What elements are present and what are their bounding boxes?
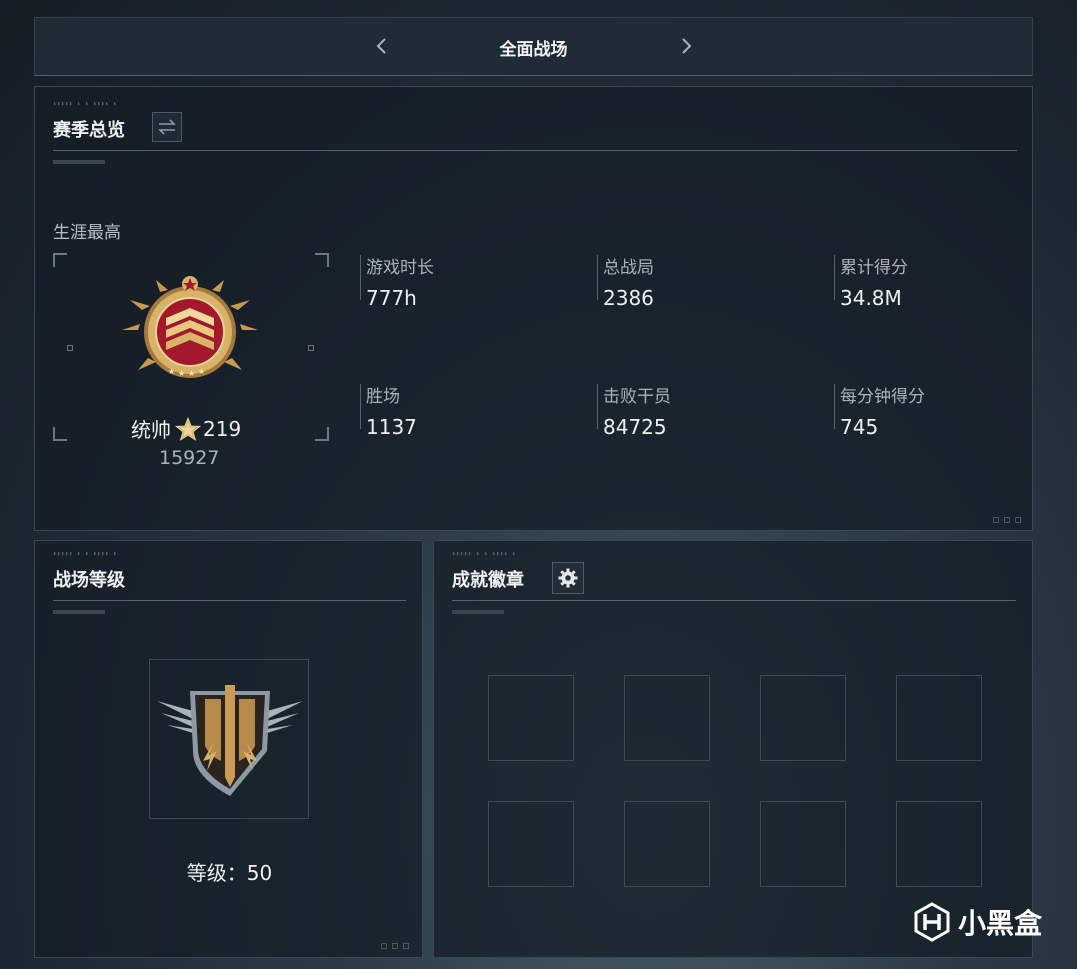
badge-slot[interactable]	[488, 801, 574, 887]
swap-arrows-icon	[158, 119, 176, 135]
badge-slot[interactable]	[488, 675, 574, 761]
stat-value-eliminations: 84725	[603, 415, 667, 439]
stat-divider	[834, 255, 835, 300]
badge-slot[interactable]	[760, 801, 846, 887]
achievement-badges-panel: ▮▮▮▮▮ ▮ ▮ ▮▮▮▮ ▮ 成就徽章	[433, 540, 1033, 958]
switch-season-button[interactable]	[152, 112, 182, 142]
frame-corner	[315, 253, 329, 267]
stat-value-playtime: 777h	[366, 286, 417, 310]
frame-corner	[53, 427, 67, 441]
gear-icon	[558, 568, 578, 588]
svg-text:★: ★	[188, 369, 195, 378]
career-best-label: 生涯最高	[53, 223, 121, 243]
title-dash	[452, 610, 504, 614]
watermark-text: 小黑盒	[958, 907, 1043, 940]
badge-slot[interactable]	[624, 801, 710, 887]
stat-value-total-matches: 2386	[603, 286, 654, 310]
svg-text:★: ★	[168, 367, 175, 376]
stat-label-playtime: 游戏时长	[366, 258, 434, 278]
stat-label-eliminations: 击败干员	[603, 387, 671, 407]
title-dash	[53, 610, 105, 614]
frame-tick	[67, 345, 73, 351]
stat-divider	[597, 255, 598, 300]
badge-settings-button[interactable]	[552, 562, 584, 594]
frame-tick	[308, 345, 314, 351]
rank-star-count: 219	[203, 416, 242, 441]
winged-shield-emblem	[157, 685, 303, 796]
title-divider	[452, 600, 1016, 601]
corner-deco	[1015, 517, 1021, 523]
title-dash	[53, 160, 105, 164]
stat-label-score-per-minute: 每分钟得分	[840, 387, 925, 407]
badge-slot[interactable]	[760, 675, 846, 761]
panel-deco-text: ▮▮▮▮▮ ▮ ▮ ▮▮▮▮ ▮	[452, 551, 517, 557]
rank-points: 15927	[159, 447, 220, 469]
battlefield-level-title: 战场等级	[53, 570, 125, 591]
stat-divider	[597, 384, 598, 429]
badge-slot[interactable]	[624, 675, 710, 761]
frame-corner	[53, 253, 67, 267]
badge-slot[interactable]	[896, 801, 982, 887]
stat-label-total-score: 累计得分	[840, 258, 908, 278]
stat-divider	[834, 384, 835, 429]
stat-value-score-per-minute: 745	[840, 415, 879, 439]
corner-deco	[403, 943, 409, 949]
badge-slot[interactable]	[896, 675, 982, 761]
battlefield-level-text: 等级：50	[186, 861, 273, 885]
stat-divider	[360, 384, 361, 429]
stat-divider	[360, 255, 361, 300]
rank-name: 统帅	[131, 418, 171, 442]
mode-title: 全面战场	[499, 40, 568, 60]
stat-label-wins: 胜场	[366, 387, 400, 407]
frame-corner	[315, 427, 329, 441]
svg-text:★: ★	[178, 369, 185, 378]
xiaoheihe-logo-icon	[914, 902, 950, 942]
marshal-rank-medal: ★ ★ ★ ★	[122, 276, 258, 378]
achievement-badges-title: 成就徽章	[452, 570, 524, 591]
corner-deco	[1004, 517, 1010, 523]
watermark: 小黑盒	[912, 902, 1042, 942]
corner-deco	[392, 943, 398, 949]
panel-deco-text: ▮▮▮▮▮ ▮ ▮ ▮▮▮▮ ▮	[53, 551, 118, 557]
chevron-right-icon	[682, 38, 692, 54]
battlefield-level-panel: ▮▮▮▮▮ ▮ ▮ ▮▮▮▮ ▮ 战场等级 等级：50	[34, 540, 423, 958]
corner-deco	[381, 943, 387, 949]
mode-selector-bar: 全面战场	[34, 17, 1033, 76]
stat-label-total-matches: 总战局	[603, 258, 654, 278]
star-icon	[175, 416, 201, 441]
season-overview-panel: ▮▮▮▮▮ ▮ ▮ ▮▮▮▮ ▮ 赛季总览 生涯最高 ★ ★ ★ ★ 统帅 21…	[34, 86, 1033, 531]
next-mode-button[interactable]	[672, 32, 700, 60]
stat-value-wins: 1137	[366, 415, 417, 439]
panel-deco-text: ▮▮▮▮▮ ▮ ▮ ▮▮▮▮ ▮	[53, 101, 118, 107]
corner-deco	[993, 517, 999, 523]
title-divider	[53, 600, 406, 601]
svg-text:★: ★	[198, 367, 205, 376]
stat-value-total-score: 34.8M	[840, 286, 902, 310]
title-divider	[53, 150, 1017, 151]
rank-line: 统帅 219	[131, 414, 241, 443]
season-overview-title: 赛季总览	[53, 120, 125, 141]
